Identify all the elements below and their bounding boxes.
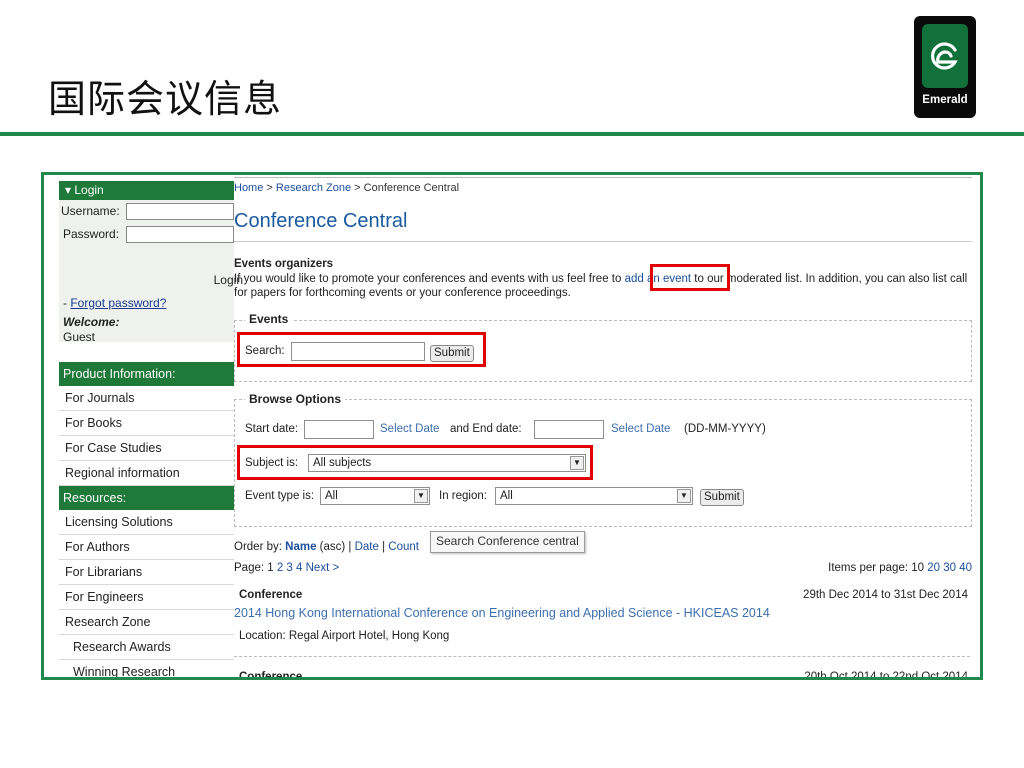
sidebar-item-journals[interactable]: For Journals [59, 386, 234, 411]
conference-type: Conference [239, 671, 303, 680]
start-select-date-link[interactable]: Select Date [380, 423, 439, 435]
sidebar-item-authors[interactable]: For Authors [59, 535, 234, 560]
welcome-user: Guest [63, 330, 96, 344]
conference-title-link[interactable]: 2014 Hong Kong International Conference … [234, 606, 770, 620]
page-links[interactable]: 2 3 4 Next > [277, 562, 339, 574]
slide-title: 国际会议信息 [48, 77, 283, 121]
subject-select[interactable]: All subjects ▼ [308, 454, 586, 472]
conference-dates: 20th Oct 2014 to 22nd Oct 2014 [804, 671, 968, 680]
items-per-page: Items per page: 10 20 30 40 [828, 562, 972, 574]
organizers-heading: Events organizers [234, 258, 334, 270]
logo-text: Emerald [922, 94, 968, 106]
login-panel: Username: Password: Login - Forgot passw… [59, 200, 243, 344]
resources-header: Resources: [59, 486, 234, 510]
order-by: Order by: Name (asc) | Date | Count [234, 541, 419, 553]
product-info-header: Product Information: [59, 362, 234, 386]
password-label: Password: [63, 227, 120, 241]
items-per-page-links[interactable]: 20 30 40 [927, 562, 972, 574]
title-divider [0, 132, 1024, 136]
region-label: In region: [439, 490, 487, 502]
sidebar-item-engineers[interactable]: For Engineers [59, 585, 234, 610]
chevron-down-icon: ▼ [677, 489, 691, 503]
event-type-label: Event type is: [245, 490, 315, 502]
order-by-country-link[interactable]: Count [388, 541, 419, 553]
search-input[interactable] [291, 342, 425, 361]
main-content: Home > Research Zone > Conference Centra… [234, 175, 974, 680]
chevron-down-icon: ▼ [570, 456, 584, 470]
sidebar-item-books[interactable]: For Books [59, 411, 234, 436]
pagination: Page: 1 2 3 4 Next > [234, 562, 340, 574]
emerald-logo: Emerald [914, 16, 976, 118]
events-legend: Events [245, 312, 293, 326]
sidebar-item-research-zone[interactable]: Research Zone [59, 610, 234, 635]
end-select-date-link[interactable]: Select Date [611, 423, 670, 435]
end-date-label: and End date: [450, 423, 522, 435]
order-by-date-link[interactable]: Date [355, 541, 379, 553]
start-date-label: Start date: [245, 423, 299, 435]
breadcrumb-home[interactable]: Home [234, 182, 263, 194]
welcome-label: Welcome: [63, 315, 120, 329]
sidebar-item-research-awards[interactable]: Research Awards [59, 635, 234, 660]
subject-label: Subject is: [245, 457, 299, 469]
search-submit-button[interactable]: Submit [430, 345, 474, 362]
browse-submit-button[interactable]: Submit [700, 489, 744, 506]
sidebar-item-case-studies[interactable]: For Case Studies [59, 436, 234, 461]
website-screenshot: ▾ Login Username: Password: Login - Forg… [41, 172, 983, 680]
login-header[interactable]: ▾ Login [59, 181, 234, 200]
password-input[interactable] [126, 226, 234, 243]
sidebar-item-librarians[interactable]: For Librarians [59, 560, 234, 585]
sidebar-item-licensing[interactable]: Licensing Solutions [59, 510, 234, 535]
date-format-hint: (DD-MM-YYYY) [684, 423, 766, 435]
search-tooltip: Search Conference central [430, 531, 585, 553]
breadcrumb: Home > Research Zone > Conference Centra… [234, 182, 460, 194]
conference-dates: 29th Dec 2014 to 31st Dec 2014 [803, 589, 968, 601]
emerald-logo-icon [922, 24, 968, 88]
username-input[interactable] [126, 203, 234, 220]
add-event-link[interactable]: add an event [625, 273, 692, 285]
forgot-password-link[interactable]: Forgot password? [70, 296, 166, 310]
browse-options-legend: Browse Options [245, 392, 346, 406]
event-type-select[interactable]: All ▼ [320, 487, 430, 505]
search-label: Search: [245, 345, 285, 357]
chevron-down-icon: ▼ [414, 489, 428, 503]
username-label: Username: [61, 204, 120, 218]
order-by-name-link[interactable]: Name [285, 541, 316, 553]
organizers-text: If you would like to promote your confer… [234, 273, 968, 299]
sidebar: ▾ Login Username: Password: Login - Forg… [59, 181, 243, 677]
sidebar-item-regional[interactable]: Regional information [59, 461, 234, 486]
conference-location: Location: Regal Airport Hotel, Hong Kong [239, 630, 450, 642]
start-date-input[interactable] [304, 420, 374, 439]
page-title: Conference Central [234, 210, 408, 232]
end-date-input[interactable] [534, 420, 604, 439]
breadcrumb-current: Conference Central [363, 182, 460, 194]
region-select[interactable]: All ▼ [495, 487, 693, 505]
sidebar-item-winning-research[interactable]: Winning Research [59, 660, 234, 677]
conference-type: Conference [239, 589, 303, 601]
breadcrumb-research-zone[interactable]: Research Zone [276, 182, 351, 194]
